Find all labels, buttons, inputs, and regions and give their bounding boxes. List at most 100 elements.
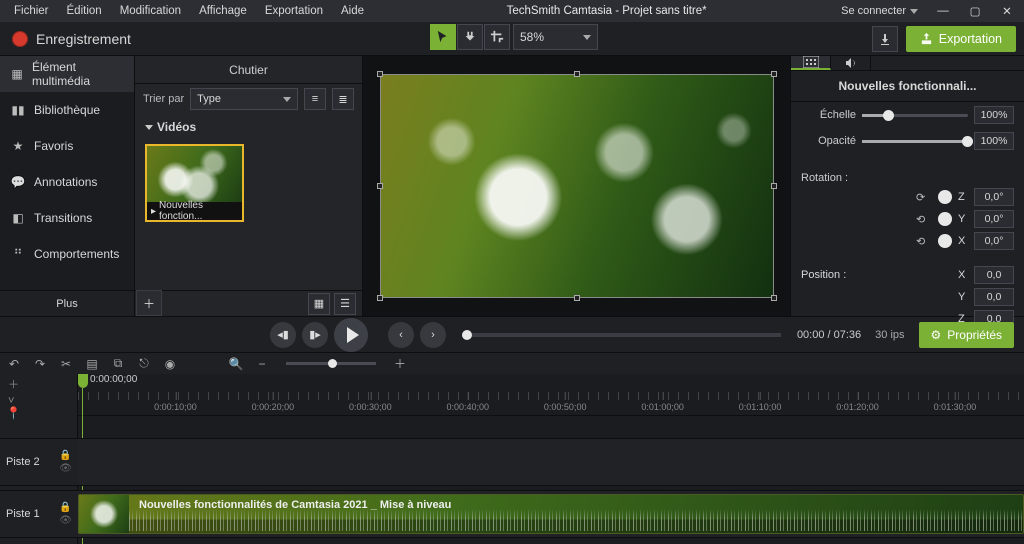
- rotation-y-knob[interactable]: [938, 212, 952, 226]
- cut-button[interactable]: ✂: [58, 357, 74, 371]
- track-body-1[interactable]: Nouvelles fonctionnalités de Camtasia 20…: [78, 490, 1024, 538]
- add-media-button[interactable]: ＋: [136, 290, 162, 316]
- chevron-down-icon: [145, 125, 153, 130]
- props-tab-visual[interactable]: [791, 56, 831, 70]
- resize-handle[interactable]: [377, 295, 383, 301]
- resize-handle[interactable]: [574, 295, 580, 301]
- menu-export[interactable]: Exportation: [257, 3, 331, 19]
- rotation-z-value[interactable]: 0,0°: [974, 188, 1014, 206]
- video-icon: ▸: [151, 206, 156, 217]
- track-header-1[interactable]: Piste 1 🔒👁: [0, 490, 78, 538]
- canvas[interactable]: [363, 56, 790, 316]
- scale-slider[interactable]: [862, 114, 968, 117]
- sidebar-favorites[interactable]: ★Favoris: [0, 128, 134, 164]
- media-clip-thumbnail[interactable]: ▸Nouvelles fonction...: [145, 144, 244, 222]
- record-button[interactable]: Enregistrement: [0, 22, 143, 55]
- bin-category[interactable]: Vidéos: [135, 114, 362, 140]
- rotation-z-knob[interactable]: [938, 190, 952, 204]
- zoom-out-button[interactable]: −: [254, 357, 270, 371]
- sidebar-library[interactable]: ▮▮Bibliothèque: [0, 92, 134, 128]
- track-header-2[interactable]: Piste 2 🔒👁: [0, 438, 78, 486]
- track-visible-icon[interactable]: 👁: [59, 463, 72, 474]
- bin-view-list[interactable]: ☰: [334, 293, 356, 315]
- sidebar-more[interactable]: Plus: [0, 290, 134, 316]
- clip-thumbnail: [79, 495, 129, 533]
- prev-marker-button[interactable]: ‹: [388, 322, 414, 348]
- sidebar-media[interactable]: ▦Élément multimédia: [0, 56, 134, 92]
- track-lock-icon[interactable]: 🔒: [59, 502, 72, 513]
- signin-dropdown[interactable]: Se connecter: [841, 5, 918, 17]
- timeline-track-1: Piste 1 🔒👁 Nouvelles fonctionnalités de …: [0, 490, 1024, 538]
- clip-title: Nouvelles fonctionnalités de Camtasia 20…: [139, 499, 451, 511]
- track-lock-icon[interactable]: 🔒: [59, 450, 72, 461]
- sort-dropdown[interactable]: Type: [190, 88, 298, 110]
- rotate-z-icon: ⟳: [916, 191, 934, 204]
- resize-handle[interactable]: [574, 71, 580, 77]
- menu-help[interactable]: Aide: [333, 3, 372, 19]
- next-marker-button[interactable]: ›: [420, 322, 446, 348]
- play-button[interactable]: [334, 318, 368, 352]
- window-maximize[interactable]: ▢: [968, 4, 982, 18]
- tool-select[interactable]: [430, 24, 456, 50]
- resize-handle[interactable]: [771, 295, 777, 301]
- redo-button[interactable]: ↷: [32, 357, 48, 371]
- seek-thumb[interactable]: [462, 330, 472, 340]
- rotation-x-value[interactable]: 0,0°: [974, 232, 1014, 250]
- resize-handle[interactable]: [771, 183, 777, 189]
- paste-button[interactable]: ⧉: [110, 356, 126, 371]
- seek-bar[interactable]: [462, 333, 781, 337]
- tool-crop[interactable]: [484, 24, 510, 50]
- timeline-clip[interactable]: Nouvelles fonctionnalités de Camtasia 20…: [78, 494, 1024, 534]
- rotation-y-value[interactable]: 0,0°: [974, 210, 1014, 228]
- opacity-slider[interactable]: [862, 140, 968, 143]
- timeline-ruler[interactable]: 0:00:00;00 0:00:10;00 0:00:20;00 0:00:30…: [78, 374, 1024, 416]
- sidebar-transitions[interactable]: ◧Transitions: [0, 200, 134, 236]
- position-y-value[interactable]: 0,0: [974, 288, 1014, 306]
- timeline-zoom-slider[interactable]: [286, 362, 376, 365]
- resize-handle[interactable]: [377, 71, 383, 77]
- next-frame-button[interactable]: ▮▸: [302, 322, 328, 348]
- track-add-button[interactable]: ＋: [8, 376, 19, 392]
- sort-asc-button[interactable]: ≡: [304, 88, 326, 110]
- window-close[interactable]: ✕: [1000, 4, 1014, 18]
- split-button[interactable]: ⎋: [136, 356, 152, 371]
- canvas-zoom-dropdown[interactable]: 58%: [513, 24, 598, 50]
- scale-value[interactable]: 100%: [974, 106, 1014, 124]
- resize-handle[interactable]: [377, 183, 383, 189]
- opacity-label: Opacité: [801, 135, 856, 147]
- behavior-icon: ⠛: [10, 247, 26, 261]
- tool-pan[interactable]: [457, 24, 483, 50]
- rotate-y-icon: ⟲: [916, 213, 934, 226]
- prev-frame-button[interactable]: ◂▮: [270, 322, 296, 348]
- resize-handle[interactable]: [771, 71, 777, 77]
- rotation-x-knob[interactable]: [938, 234, 952, 248]
- track-visible-icon[interactable]: 👁: [59, 515, 72, 526]
- sort-desc-button[interactable]: ≣: [332, 88, 354, 110]
- opacity-value[interactable]: 100%: [974, 132, 1014, 150]
- position-x-value[interactable]: 0,0: [974, 266, 1014, 284]
- zoom-fit-button[interactable]: 🔍: [228, 357, 244, 371]
- zoom-in-button[interactable]: ＋: [392, 355, 408, 372]
- record-icon: [12, 31, 28, 47]
- scale-label: Échelle: [801, 109, 856, 121]
- properties-button[interactable]: ⚙Propriétés: [919, 322, 1014, 348]
- export-button[interactable]: Exportation: [906, 26, 1016, 52]
- sidebar-behaviors[interactable]: ⠛Comportements: [0, 236, 134, 272]
- menu-view[interactable]: Affichage: [191, 3, 255, 19]
- screenshot-button[interactable]: ◉: [162, 357, 178, 371]
- window-minimize[interactable]: —: [936, 5, 950, 17]
- chevron-down-icon: [283, 97, 291, 102]
- sidebar-annotations[interactable]: 💬Annotations: [0, 164, 134, 200]
- menu-file[interactable]: Fichier: [6, 3, 57, 19]
- menu-modify[interactable]: Modification: [112, 3, 189, 19]
- menu-edit[interactable]: Édition: [59, 3, 110, 19]
- track-body-2[interactable]: [78, 438, 1024, 486]
- props-tab-audio[interactable]: [831, 56, 871, 70]
- play-icon: [347, 327, 359, 343]
- tool-sidebar: ▦Élément multimédia ▮▮Bibliothèque ★Favo…: [0, 56, 135, 316]
- copy-button[interactable]: ▤: [84, 357, 100, 371]
- canvas-selection[interactable]: [380, 74, 774, 298]
- undo-button[interactable]: ↶: [6, 357, 22, 371]
- bin-view-grid[interactable]: ▦: [308, 293, 330, 315]
- download-button[interactable]: [872, 26, 898, 52]
